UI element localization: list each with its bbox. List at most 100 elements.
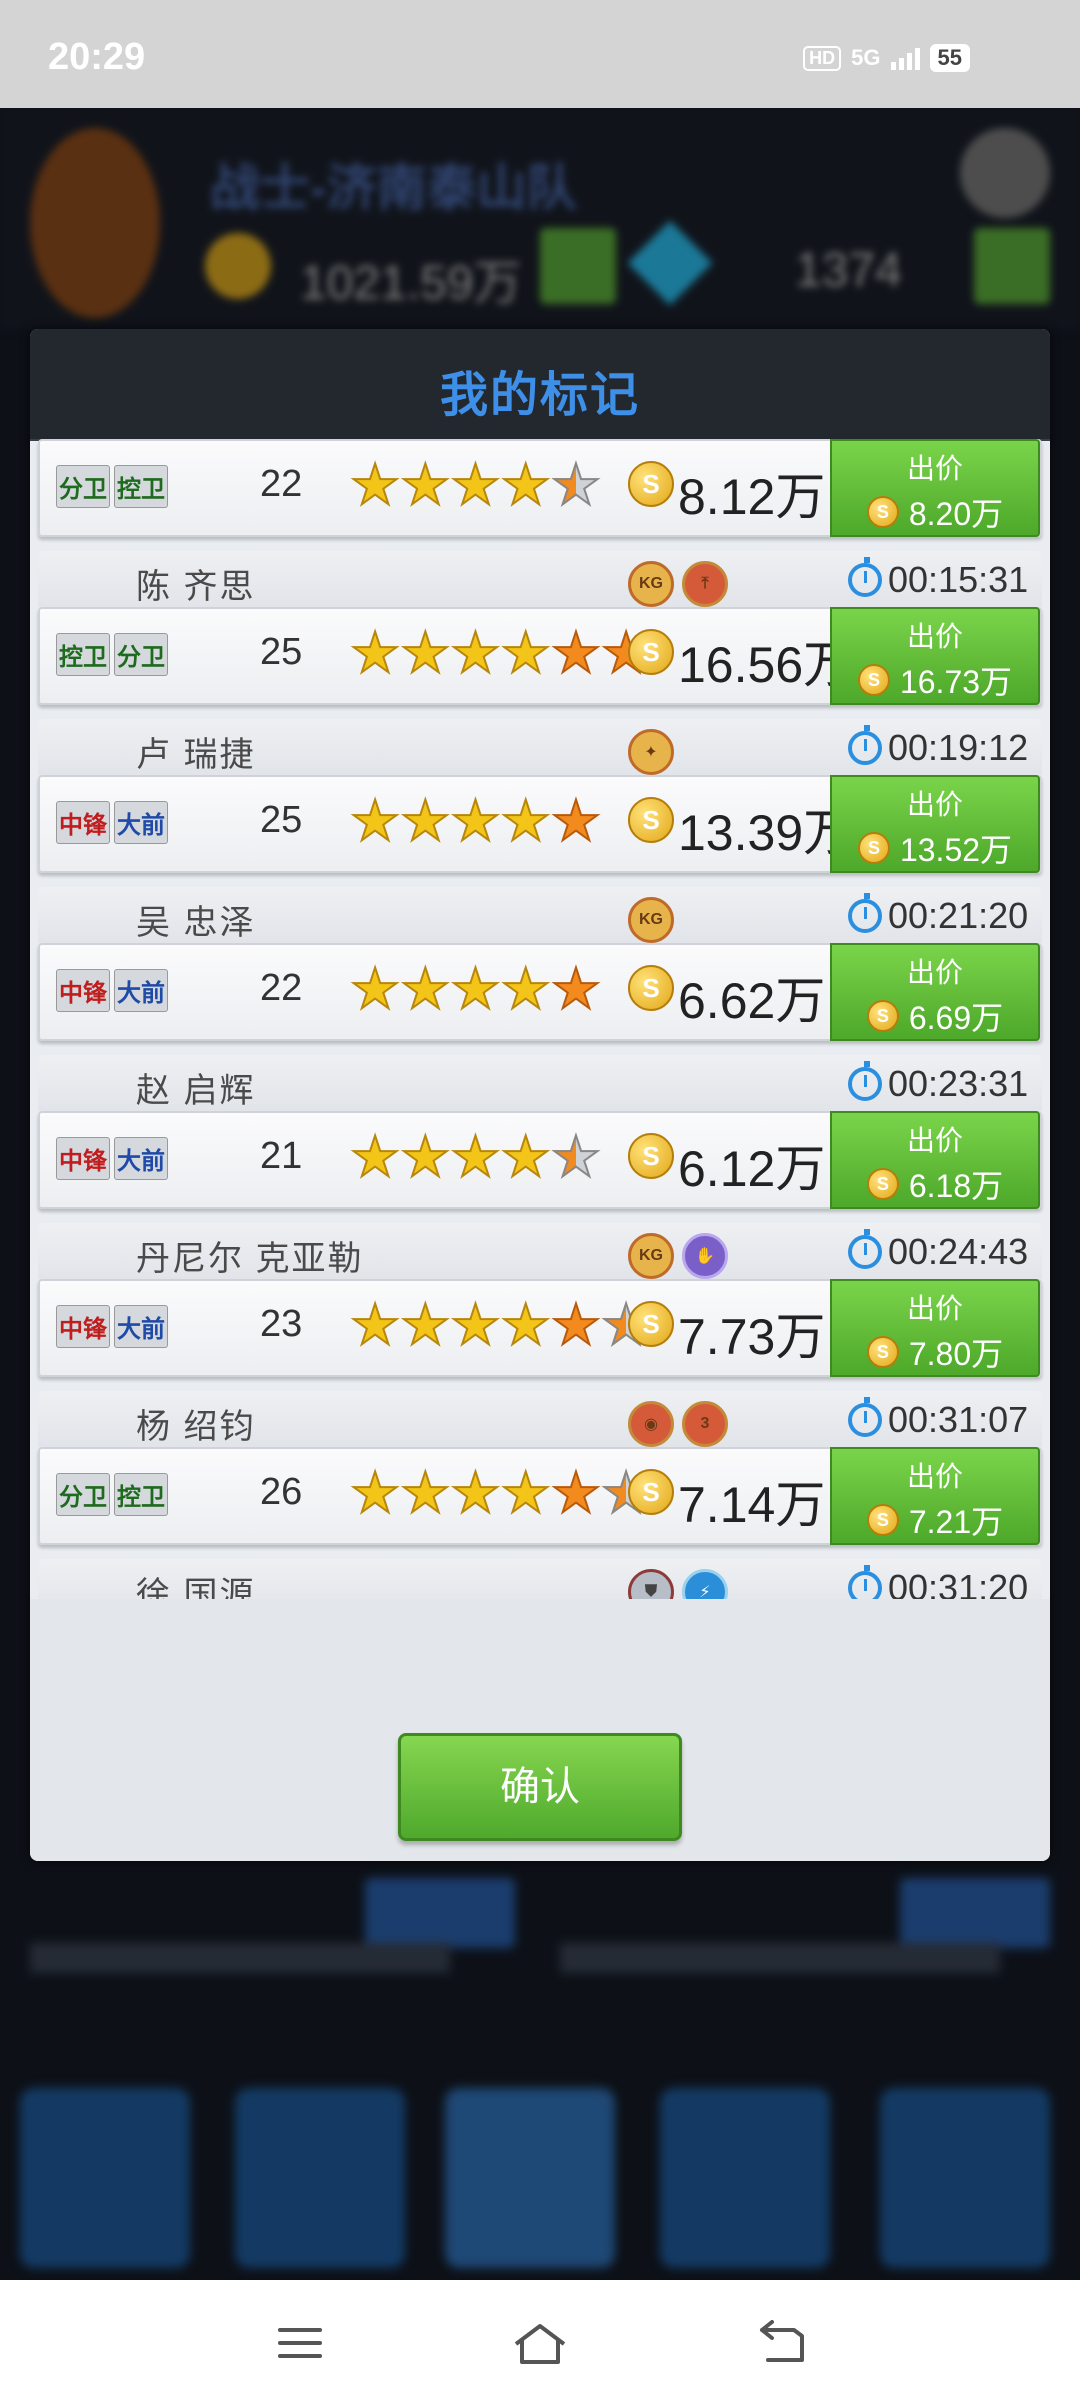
player-info-row[interactable]: 分卫 控卫 26 ★ ★ ★ ★ ★ ★ S 7.14万 出价 S 7.21万 [38, 1447, 1042, 1545]
stopwatch-icon [848, 1061, 882, 1101]
bid-label: 出价 [906, 1125, 963, 1156]
star-icon: ★ [349, 453, 401, 516]
player-entry: 陈 齐思 KG ⤒ 00:15:31 控卫 分卫 25 ★ ★ ★ ★ ★ ★ S 16.56万 出价 S 16.… [38, 551, 1042, 705]
my-marks-dialog: 我的标记 分卫 控卫 22 ★ ★ ★ ★ ★ S 8.12万 出价 S 8.20万陈 齐思 KG ⤒ 00:… [30, 329, 1050, 1861]
star-icon: ★ [550, 1461, 602, 1524]
player-entry-header: 赵 启辉 00:23:31 [38, 1055, 1042, 1111]
coin-icon: S [628, 1469, 674, 1515]
player-value: 6.12万 [678, 1141, 826, 1197]
skill-badge-icon: ✦ [628, 729, 674, 775]
player-info-row[interactable]: 中锋 大前 22 ★ ★ ★ ★ ★ S 6.62万 出价 S 6.69万 [38, 943, 1042, 1041]
stopwatch-icon [848, 557, 882, 597]
star-icon: ★ [399, 453, 451, 516]
bid-button[interactable]: 出价 S 7.80万 [830, 1279, 1040, 1377]
player-name: 赵 启辉 [136, 1072, 256, 1110]
hd-icon: HD [803, 45, 842, 71]
auction-timer: 00:15:31 [848, 557, 1028, 601]
player-info-row[interactable]: 中锋 大前 23 ★ ★ ★ ★ ★ ★ S 7.73万 出价 S 7.80万 [38, 1279, 1042, 1377]
player-name: 卢 瑞捷 [136, 736, 256, 774]
auction-timer: 00:19:12 [848, 725, 1029, 769]
player-entry: 吴 忠泽 KG 00:21:20 中锋 大前 22 ★ ★ ★ ★ ★ S 6.62万 出价 S 6.69万 [38, 887, 1042, 1041]
player-info-row[interactable]: 中锋 大前 21 ★ ★ ★ ★ ★ S 6.12万 出价 S 6.18万 [38, 1111, 1042, 1209]
player-value: 13.39万 [678, 805, 854, 861]
coin-icon: S [628, 1301, 674, 1347]
position-tag: 中锋 [56, 1305, 110, 1348]
position-tag: 控卫 [114, 465, 168, 508]
position-tag: 大前 [114, 1305, 168, 1348]
menu-icon[interactable] [278, 2328, 322, 2367]
bid-button[interactable]: 出价 S 16.73万 [830, 607, 1040, 705]
player-entry: 分卫 控卫 22 ★ ★ ★ ★ ★ S 8.12万 出价 S 8.20万 [38, 439, 1042, 537]
coin-icon: S [628, 797, 674, 843]
star-rating: ★ ★ ★ ★ ★ [349, 453, 602, 516]
dialog-title: 我的标记 [439, 369, 640, 422]
star-icon: ★ [550, 957, 602, 1020]
player-age: 22 [260, 967, 303, 1009]
battery-icon: 55 [929, 44, 970, 72]
star-rating: ★★★★★★ [349, 621, 652, 684]
star-icon: ★ [449, 1125, 501, 1188]
coin-icon: S [866, 496, 899, 528]
confirm-button[interactable]: 确认 [398, 1733, 682, 1841]
bid-button[interactable]: 出价 S 6.18万 [830, 1111, 1040, 1209]
player-value: 7.14万 [678, 1477, 826, 1533]
player-entry-header: 陈 齐思 KG ⤒ 00:15:31 [38, 551, 1042, 607]
star-icon: ★ [500, 621, 552, 684]
network-label: 5G [851, 45, 881, 70]
bid-button[interactable]: 出价 S 13.52万 [830, 775, 1040, 873]
player-entry-header: 丹尼尔 克亚勒 KG ✋ 00:24:43 [38, 1223, 1042, 1279]
player-age: 22 [260, 463, 303, 505]
player-entry-header: 卢 瑞捷 ✦ 00:19:12 [38, 719, 1042, 775]
player-info-row[interactable]: 分卫 控卫 22 ★ ★ ★ ★ ★ S 8.12万 出价 S 8.20万 [38, 439, 1042, 537]
coin-icon: S [866, 1504, 899, 1536]
player-value: 8.12万 [678, 469, 826, 525]
bid-label: 出价 [906, 789, 963, 820]
coin-icon: S [866, 1168, 899, 1200]
star-rating: ★ ★ ★ ★ ★ [349, 789, 602, 852]
back-icon[interactable] [758, 2320, 806, 2366]
auction-timer: 00:21:20 [848, 893, 1029, 937]
star-icon: ★ [349, 1461, 401, 1524]
bid-button[interactable]: 出价 S 6.69万 [830, 943, 1040, 1041]
position-tags: 分卫控卫 [56, 465, 168, 508]
position-tags: 中锋 大前 [56, 1137, 168, 1180]
position-tag: 中锋 [56, 1137, 110, 1180]
bid-button[interactable]: 出价 S 8.20万 [830, 439, 1040, 537]
timer-text: 00:21:20 [888, 895, 1029, 936]
system-nav-bar [0, 2280, 1080, 2408]
timer-text: 00:23:31 [888, 1063, 1029, 1104]
bid-label: 出价 [906, 1461, 963, 1492]
timer-text: 00:19:12 [888, 727, 1029, 768]
bid-label: 出价 [906, 453, 963, 484]
position-tag: 中锋 [56, 801, 110, 844]
player-age: 25 [260, 799, 303, 841]
star-icon: ★ [500, 957, 552, 1020]
bid-label: 出价 [906, 957, 963, 988]
skill-badge-icon: 3 [682, 1401, 728, 1447]
star-icon: ★ [349, 1125, 401, 1188]
bid-button[interactable]: 出价 S 7.21万 [830, 1447, 1040, 1545]
stopwatch-icon [848, 1397, 882, 1437]
stopwatch-icon [848, 1229, 882, 1269]
bid-label: 出价 [906, 1293, 963, 1324]
coin-icon: S [628, 1133, 674, 1179]
player-info-row[interactable]: 中锋 大前 25 ★ ★ ★ ★ ★ S 13.39万 出价 S 13.52万 [38, 775, 1042, 873]
player-info-row[interactable]: 控卫 分卫 25 ★ ★ ★ ★ ★ ★ S 16.56万 出价 S 16.73万 [38, 607, 1042, 705]
star-icon: ★ [449, 1461, 501, 1524]
star-icon: ★ [349, 621, 401, 684]
stopwatch-icon [848, 893, 882, 933]
player-name: 丹尼尔 克亚勒 [136, 1240, 364, 1278]
player-age: 21 [260, 1135, 303, 1177]
star-icon: ★ [449, 789, 501, 852]
skill-badge-icon: KG [628, 561, 674, 607]
player-entry: 赵 启辉 00:23:31 中锋 大前 21 ★ ★ ★ ★ ★ S 6.12万 出价 S 6.18万 [38, 1055, 1042, 1209]
stopwatch-icon [848, 725, 882, 765]
bid-amount: 6.18万 [908, 1168, 1004, 1204]
skill-badge-icon: ⤒ [682, 561, 728, 607]
coin-icon: S [628, 965, 674, 1011]
player-age: 23 [260, 1303, 303, 1345]
position-tag: 控卫 [56, 633, 110, 676]
home-icon[interactable] [512, 2320, 568, 2368]
player-age: 25 [260, 631, 303, 673]
auction-timer: 00:31:07 [848, 1397, 1028, 1441]
